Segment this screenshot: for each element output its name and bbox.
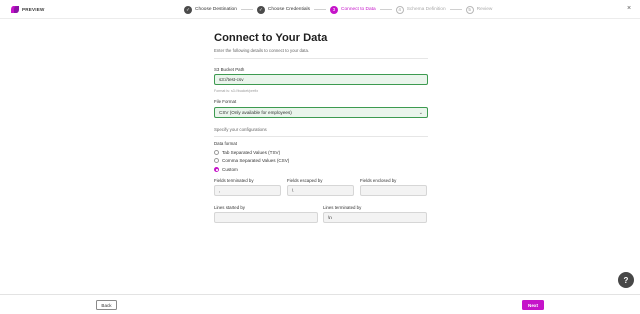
check-icon: ✓ [184,5,192,14]
step-label: Choose Credentials [267,7,311,12]
brand-name: PREVIEW [22,7,45,12]
step-label: Review [476,7,493,12]
chevron-down-icon: ⌄ [418,109,423,116]
step-connector [379,9,392,10]
file-format-value: CSV (Only available for employees) [219,110,292,115]
connect-form: Connect to Your Data Enter the following… [214,32,428,53]
data-format-label: Data format [214,141,237,146]
step-choose-credentials[interactable]: ✓ Choose Credentials [256,5,311,14]
radio-custom[interactable]: Custom [214,165,238,174]
page-subtitle: Enter the following details to connect t… [214,48,310,53]
step-label: Schema Definition [406,7,446,12]
radio-label: Custom [222,166,238,172]
step-number: 5 [465,5,474,14]
step-schema-definition: 4 Schema Definition [395,5,446,14]
radio-button[interactable] [214,157,219,163]
check-icon: ✓ [256,5,265,14]
radio-button[interactable] [214,149,219,155]
fields-escaped-input[interactable]: \ [287,185,354,196]
radio-csv[interactable]: Comma Separated Values (CSV) [214,156,289,165]
bucket-path-label: S3 Bucket Path [214,67,245,72]
divider [214,136,428,137]
close-icon[interactable]: × [627,5,631,13]
lines-started-input[interactable] [214,212,318,223]
fields-enclosed-input[interactable] [360,185,427,196]
fields-enclosed-label: Fields enclosed by [360,178,397,183]
step-number: 4 [395,5,404,14]
radio-label: Tab Separated Values (TSV) [222,149,281,155]
step-choose-destination[interactable]: ✓ Choose Destination [184,5,237,14]
help-button[interactable]: ? [618,272,634,288]
radio-label: Comma Separated Values (CSV) [222,157,290,163]
lines-terminated-input[interactable]: \n [323,212,427,223]
help-icon: ? [623,275,629,285]
step-connector [240,9,253,10]
lines-terminated-label: Lines terminated by [323,205,362,210]
wizard-stepper: ✓ Choose Destination ✓ Choose Credential… [184,5,492,14]
radio-button[interactable] [214,166,219,172]
logo-icon [11,6,19,13]
back-button[interactable]: Back [96,300,117,310]
bucket-path-hint: Format is: s3://bucket/prefix [214,89,259,93]
step-connector [314,9,327,10]
step-label: Connect to Data [341,7,376,12]
config-heading: Specify your configurations [214,127,267,132]
file-format-select[interactable]: CSV (Only available for employees) ⌄ [214,107,428,118]
brand-logo: PREVIEW [11,6,45,13]
page-title: Connect to Your Data [214,32,328,44]
file-format-label: File Format [214,99,237,104]
fields-terminated-label: Fields terminated by [214,178,254,183]
fields-escaped-label: Fields escaped by [287,178,323,183]
bucket-path-input[interactable]: s3://test-csv [214,74,428,85]
step-review: 5 Review [465,5,493,14]
step-connector [449,9,462,10]
divider [214,58,428,59]
next-button[interactable]: Next [522,300,544,310]
step-connect-to-data[interactable]: 3 Connect to Data [330,5,376,14]
footer-bar: Back Next [0,294,640,314]
step-label: Choose Destination [195,7,237,12]
top-bar: PREVIEW ✓ Choose Destination ✓ Choose Cr… [0,0,640,19]
step-number: 3 [330,5,339,14]
lines-started-label: Lines started by [214,205,245,210]
fields-terminated-input[interactable]: , [214,185,281,196]
